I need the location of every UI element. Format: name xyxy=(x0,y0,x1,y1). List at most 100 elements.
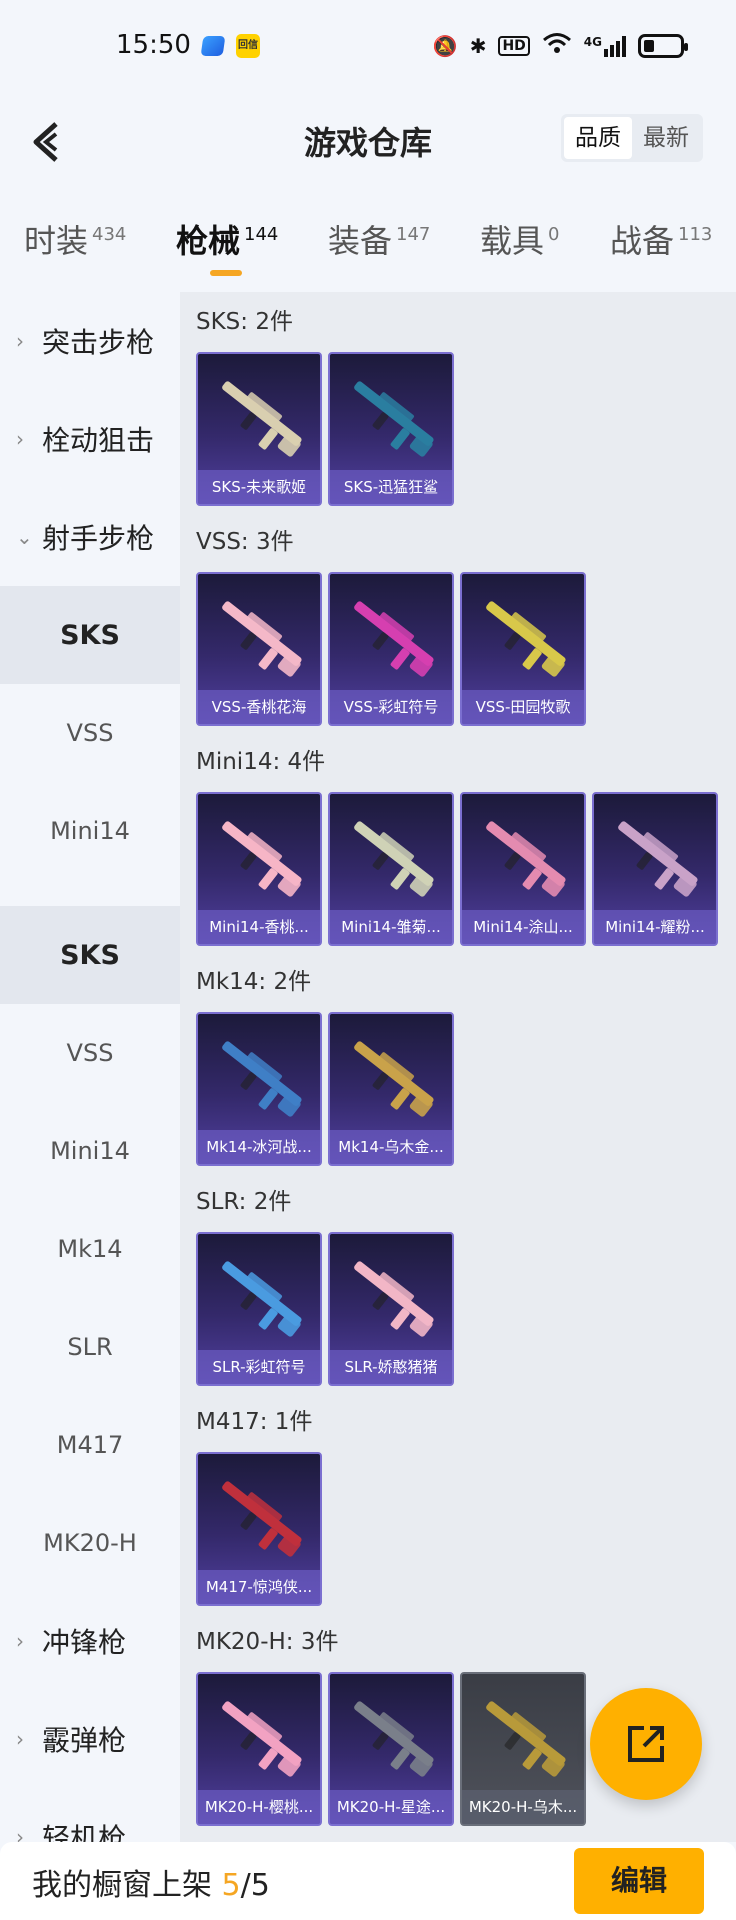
sidebar-sub-vss[interactable]: VSS xyxy=(0,1004,180,1102)
weapon-group: Mk14: 2件 Mk14-冰河战... Mk14-乌木金... xyxy=(180,952,736,1172)
share-icon xyxy=(628,1726,664,1762)
weapon-card[interactable]: Mini14-耀粉... xyxy=(592,792,718,946)
active-tab-indicator xyxy=(210,270,242,276)
chevron-down-icon: ⌄ xyxy=(16,525,33,549)
tab-label: 装备 xyxy=(328,222,393,260)
edit-button[interactable]: 编辑 xyxy=(574,1848,704,1914)
tab-count: 0 xyxy=(548,224,560,245)
weapon-skin-image xyxy=(354,1701,434,1777)
sidebar-item-assault-rifle[interactable]: › 突击步枪 xyxy=(0,292,180,390)
weapon-group-title: SKS: 2件 xyxy=(196,309,293,335)
sidebar-sub-m417[interactable]: M417 xyxy=(0,1396,180,1494)
sidebar-sub-sks[interactable]: SKS xyxy=(0,586,180,684)
weapon-skin-image xyxy=(354,821,434,897)
tab-count: 113 xyxy=(678,224,713,245)
sidebar-sub-mini14[interactable]: Mini14 xyxy=(0,1102,180,1200)
weapon-card[interactable]: SLR-娇憨猪猪 xyxy=(328,1232,454,1386)
tab-guns[interactable]: 枪械 144 xyxy=(176,216,278,262)
weapon-card-label: Mini14-香桃... xyxy=(198,910,320,944)
network-type: 4G xyxy=(583,34,602,49)
sidebar-item-lmg[interactable]: › 轻机枪 xyxy=(0,1788,180,1842)
chevron-right-icon: › xyxy=(16,1629,24,1653)
status-icons: 🔕 ✱ HD 4G xyxy=(432,32,688,59)
sidebar-sub-vss[interactable]: VSS xyxy=(0,684,180,782)
weapon-skin-image xyxy=(222,1481,302,1557)
battery-icon xyxy=(638,33,688,58)
weapon-card[interactable]: Mk14-冰河战... xyxy=(196,1012,322,1166)
sidebar-item-shotgun[interactable]: › 霰弹枪 xyxy=(0,1690,180,1788)
weapon-card[interactable]: Mini14-香桃... xyxy=(196,792,322,946)
sidebar-sub-mini14[interactable]: Mini14 xyxy=(0,782,180,880)
weapon-card-label: VSS-彩虹符号 xyxy=(330,690,452,724)
weapon-card[interactable]: SKS-迅猛狂鲨 xyxy=(328,352,454,506)
app-notification-icon xyxy=(200,36,226,56)
weapon-card[interactable]: VSS-田园牧歌 xyxy=(460,572,586,726)
showcase-count: 5 xyxy=(221,1868,241,1903)
tab-label: 战备 xyxy=(610,222,675,260)
sidebar-item-label: 射手步枪 xyxy=(42,522,155,555)
weapon-card-label: M417-惊鸿侠... xyxy=(198,1570,320,1604)
weapon-card[interactable]: SKS-未来歌姬 xyxy=(196,352,322,506)
weapon-card-label: Mk14-乌木金... xyxy=(330,1130,452,1164)
weapon-card[interactable]: SLR-彩虹符号 xyxy=(196,1232,322,1386)
status-bar: 15:50 回信 🔕 ✱ HD 4G xyxy=(0,0,736,96)
weapon-card[interactable]: Mini14-雏菊... xyxy=(328,792,454,946)
sort-option-quality[interactable]: 品质 xyxy=(564,117,632,159)
mute-icon: 🔕 xyxy=(432,33,458,58)
tab-count: 434 xyxy=(92,224,127,245)
sort-option-newest[interactable]: 最新 xyxy=(632,117,700,159)
sidebar-item-label: 冲锋枪 xyxy=(42,1626,127,1659)
weapon-card-label: VSS-香桃花海 xyxy=(198,690,320,724)
weapon-skin-image xyxy=(222,1041,302,1117)
weapon-group-title: MK20-H: 3件 xyxy=(196,1629,339,1655)
weapon-card[interactable]: M417-惊鸿侠... xyxy=(196,1452,322,1606)
sidebar-sub-mk20h[interactable]: MK20-H xyxy=(0,1494,180,1592)
weapon-card[interactable]: Mk14-乌木金... xyxy=(328,1012,454,1166)
sidebar-item-bolt-sniper[interactable]: › 栓动狙击 xyxy=(0,390,180,488)
weapon-card[interactable]: VSS-彩虹符号 xyxy=(328,572,454,726)
weapon-card-label: Mini14-雏菊... xyxy=(330,910,452,944)
weapon-card[interactable]: MK20-H-樱桃... xyxy=(196,1672,322,1826)
weapon-card[interactable]: MK20-H-乌木... xyxy=(460,1672,586,1826)
signal-icon: 4G xyxy=(584,35,626,57)
weapon-skin-image xyxy=(354,1261,434,1337)
tab-count: 144 xyxy=(244,224,279,245)
weapon-group-title: SLR: 2件 xyxy=(196,1189,292,1215)
weapon-card-label: MK20-H-樱桃... xyxy=(198,1790,320,1824)
sidebar-sub-mk14[interactable]: Mk14 xyxy=(0,1200,180,1298)
showcase-status: 我的橱窗上架 5/5 xyxy=(32,1860,270,1904)
hd-icon: HD xyxy=(498,35,530,56)
weapon-card[interactable]: Mini14-涂山... xyxy=(460,792,586,946)
app-badge-icon: 回信 xyxy=(236,34,260,58)
sidebar-item-marksman-rifle[interactable]: ⌄ 射手步枪 xyxy=(0,488,180,586)
weapon-card[interactable]: VSS-香桃花海 xyxy=(196,572,322,726)
weapon-skin-image xyxy=(618,821,698,897)
weapon-group: SKS: 2件 SKS-未来歌姬 SKS-迅猛狂鲨 xyxy=(180,292,736,512)
tab-vehicles[interactable]: 载具 0 xyxy=(480,216,559,262)
tab-equipment[interactable]: 装备 147 xyxy=(328,216,430,262)
weapon-group-title: Mk14: 2件 xyxy=(196,969,312,995)
tab-fashion[interactable]: 时装 434 xyxy=(24,216,126,262)
weapon-card-label: Mini14-涂山... xyxy=(462,910,584,944)
sidebar-item-label: 栓动狙击 xyxy=(42,424,155,457)
chevron-right-icon: › xyxy=(16,1727,24,1751)
tab-label: 载具 xyxy=(480,222,545,260)
tab-label: 时装 xyxy=(24,222,89,260)
weapon-card-row: SKS-未来歌姬 SKS-迅猛狂鲨 xyxy=(196,348,736,512)
weapon-card-row: Mini14-香桃... Mini14-雏菊... Mini14-涂山... Mini… xyxy=(196,788,736,952)
sidebar-item-smg[interactable]: › 冲锋枪 xyxy=(0,1592,180,1690)
weapon-skin-image xyxy=(486,821,566,897)
showcase-separator: / xyxy=(240,1868,251,1903)
sidebar-sub-sks[interactable]: SKS xyxy=(0,906,180,1004)
weapon-skin-image xyxy=(354,601,434,677)
weapon-list: SKS: 2件 SKS-未来歌姬 SKS-迅猛狂鲨 VSS: 3件 VSS-香桃花海 VS… xyxy=(180,292,736,1842)
tab-supplies[interactable]: 战备 113 xyxy=(610,216,712,262)
share-button[interactable] xyxy=(590,1688,702,1800)
weapon-card[interactable]: MK20-H-星途... xyxy=(328,1672,454,1826)
sidebar-sub-slr[interactable]: SLR xyxy=(0,1298,180,1396)
chevron-right-icon: › xyxy=(16,427,24,451)
weapon-skin-image xyxy=(222,381,302,457)
sidebar: › 突击步枪 › 栓动狙击 ⌄ 射手步枪 SKS VSS Mini14 SKS VSS… xyxy=(0,292,180,1842)
chevron-right-icon: › xyxy=(16,329,24,353)
tab-count: 147 xyxy=(396,224,431,245)
